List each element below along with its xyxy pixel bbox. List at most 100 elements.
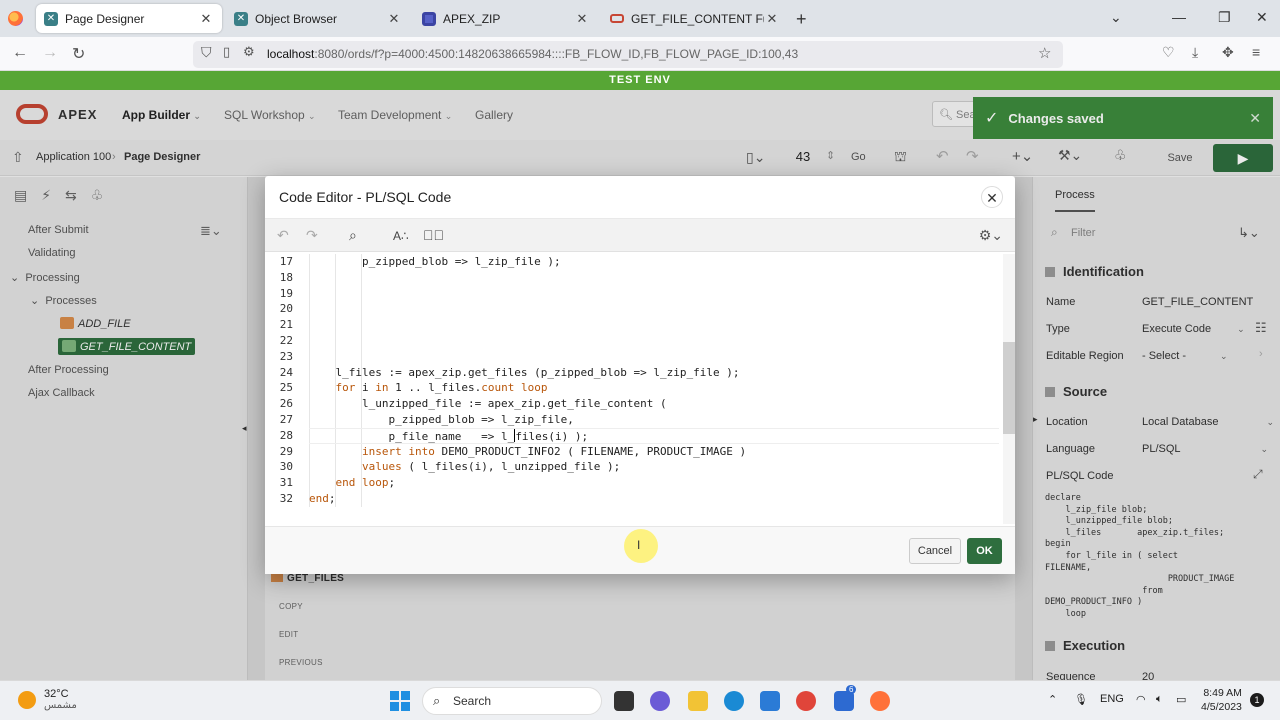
edge-icon[interactable]	[724, 691, 744, 711]
shield-icon[interactable]: ⛉	[201, 44, 212, 61]
store-icon[interactable]	[760, 691, 780, 711]
editor-settings-icon[interactable]: ⚙⌄	[979, 227, 1003, 244]
code-line[interactable]: p_file_name => l_files(i) );	[309, 427, 999, 444]
line-number: 29	[279, 444, 293, 458]
zip-doc-icon	[422, 11, 436, 26]
permissions-icon[interactable]: ⚙	[243, 44, 255, 60]
browser-tab-bar: ✕ Page Designer ✕ ✕ Object Browser ✕ APE…	[0, 0, 1280, 37]
code-line[interactable]	[309, 270, 999, 286]
line-number: 18	[279, 270, 293, 284]
editor-toolbar: ↶ ↷ ⌕ A∴ ✓⃝ ⚙⌄	[265, 218, 1015, 252]
volume-icon[interactable]: 🔈︎	[1156, 693, 1163, 706]
back-icon[interactable]: ←	[12, 44, 28, 62]
undo-icon[interactable]: ↶	[277, 227, 289, 244]
code-keyword: in	[375, 381, 389, 395]
line-number: 26	[279, 397, 293, 411]
taskbar: 32°C مشمس ⌕ Search 6 ⌃ 🎙︎ ENG ◠ 🔈︎ ▭ 8:49…	[0, 680, 1280, 720]
url-bar[interactable]: ⛉ ▯ ⚙ localhost:8080/ords/f?p=4000:4500:…	[193, 41, 1063, 68]
editor-scrollbar[interactable]	[1003, 254, 1015, 524]
ok-button[interactable]: OK	[967, 538, 1002, 564]
extensions-icon[interactable]: ✥	[1222, 44, 1234, 61]
code-line[interactable]	[309, 333, 999, 349]
reload-icon[interactable]: ↻	[72, 44, 85, 64]
close-dialog-icon[interactable]: ✕	[981, 186, 1003, 208]
notification-badge[interactable]: 1	[1250, 693, 1264, 707]
chrome-icon[interactable]	[796, 691, 816, 711]
code-line[interactable]: p_zipped_blob => l_zip_file,	[309, 412, 999, 428]
tab-get-file-content[interactable]: GET_FILE_CONTENT Function ✕	[602, 4, 788, 33]
url-text: localhost:8080/ords/f?p=4000:4500:148206…	[267, 47, 798, 61]
tab-page-designer[interactable]: ✕ Page Designer ✕	[36, 4, 222, 33]
language-indicator[interactable]: ENG	[1100, 693, 1124, 705]
text-format-icon[interactable]: A∴	[393, 229, 409, 243]
new-tab-icon[interactable]: +	[796, 9, 807, 30]
code-line[interactable]: insert into DEMO_PRODUCT_INFO2 ( FILENAM…	[309, 444, 999, 460]
close-tab-icon[interactable]: ✕	[574, 11, 590, 27]
tab-label: APEX_ZIP	[443, 11, 501, 26]
show-hidden-icons[interactable]: ⌃	[1048, 693, 1057, 706]
clock[interactable]: 8:49 AM 4/5/2023	[1201, 686, 1242, 714]
line-number: 31	[279, 476, 293, 490]
firefox-icon[interactable]	[870, 691, 890, 711]
code-line[interactable]	[309, 286, 999, 302]
code-text: l_unzipped_file := apex_zip.get_file_con…	[309, 397, 667, 411]
bookmark-star-icon[interactable]: ☆	[1038, 44, 1051, 62]
list-tabs-icon[interactable]: ⌄	[1110, 9, 1122, 26]
code-text: i	[355, 381, 376, 395]
task-view-icon[interactable]	[614, 691, 634, 711]
mouse-cursor-highlight: I	[624, 529, 658, 563]
code-line[interactable]: l_files := apex_zip.get_files (p_zipped_…	[309, 365, 999, 381]
code-line[interactable]	[309, 301, 999, 317]
code-text: p_zipped_blob => l_zip_file );	[309, 255, 561, 268]
apex-icon: ✕	[234, 11, 248, 26]
weather-widget[interactable]: 32°C مشمس	[18, 688, 77, 711]
url-host: localhost	[267, 47, 315, 61]
cancel-button[interactable]: Cancel	[909, 538, 961, 564]
code-text: ( l_files(i), l_unzipped_file );	[401, 460, 621, 474]
close-tab-icon[interactable]: ✕	[198, 11, 214, 27]
pocket-icon[interactable]: ♡	[1162, 44, 1175, 61]
vscode-icon[interactable]: 6	[834, 685, 857, 711]
code-text: ;	[328, 491, 336, 505]
firefox-menu-icon[interactable]	[8, 11, 23, 26]
file-explorer-icon[interactable]	[688, 691, 708, 711]
code-text: ;	[388, 476, 396, 490]
redo-icon[interactable]: ↷	[306, 227, 318, 244]
code-text-area[interactable]: p_zipped_blob => l_zip_file ); l_files :…	[309, 254, 999, 507]
tab-apex-zip[interactable]: APEX_ZIP ✕	[414, 4, 598, 33]
minimize-icon[interactable]: —	[1172, 9, 1186, 25]
page-info-icon[interactable]: ▯	[223, 44, 230, 60]
forward-icon[interactable]: →	[42, 44, 58, 62]
code-keyword: end loop	[335, 476, 389, 490]
search-icon[interactable]: ⌕	[349, 227, 357, 244]
chat-icon[interactable]	[650, 691, 670, 711]
code-editor[interactable]: 17 18 19 20 21 22 23 24 25 26 27 28 29 30 31 32 p_zippe…	[273, 254, 1003, 524]
close-tab-icon[interactable]: ✕	[386, 11, 402, 27]
microphone-icon[interactable]: 🎙︎	[1074, 693, 1088, 706]
window-close-icon[interactable]: ✕	[1256, 9, 1268, 26]
scrollbar-thumb[interactable]	[1003, 342, 1015, 434]
code-line[interactable]: l_unzipped_file := apex_zip.get_file_con…	[309, 396, 999, 412]
restore-icon[interactable]: ❐	[1218, 9, 1231, 26]
code-line[interactable]	[309, 349, 999, 365]
validate-icon[interactable]: ✓⃝	[423, 227, 444, 243]
code-keyword: insert into	[361, 444, 435, 458]
code-line[interactable]: p_zipped_blob => l_zip_file );	[309, 254, 999, 270]
taskbar-search[interactable]: ⌕ Search	[422, 687, 602, 715]
code-line[interactable]	[309, 317, 999, 333]
code-line[interactable]: end loop;	[309, 475, 999, 491]
downloads-icon[interactable]: ⤓	[1192, 44, 1198, 61]
code-line[interactable]: end;	[309, 491, 999, 507]
close-tab-icon[interactable]: ✕	[764, 11, 780, 27]
code-line[interactable]: for i in 1 .. l_files.count loop	[309, 380, 999, 396]
battery-icon[interactable]: ▭	[1176, 693, 1186, 706]
tab-object-browser[interactable]: ✕ Object Browser ✕	[226, 4, 410, 33]
code-line[interactable]: values ( l_files(i), l_unzipped_file );	[309, 459, 999, 475]
wifi-icon[interactable]: ◠	[1136, 693, 1146, 706]
apex-icon: ✕	[44, 11, 58, 26]
windows-start-icon[interactable]	[390, 691, 410, 711]
dialog-title: Code Editor - PL/SQL Code	[279, 189, 452, 205]
app-menu-icon[interactable]: ≡	[1252, 44, 1260, 60]
line-number: 17	[279, 255, 293, 268]
